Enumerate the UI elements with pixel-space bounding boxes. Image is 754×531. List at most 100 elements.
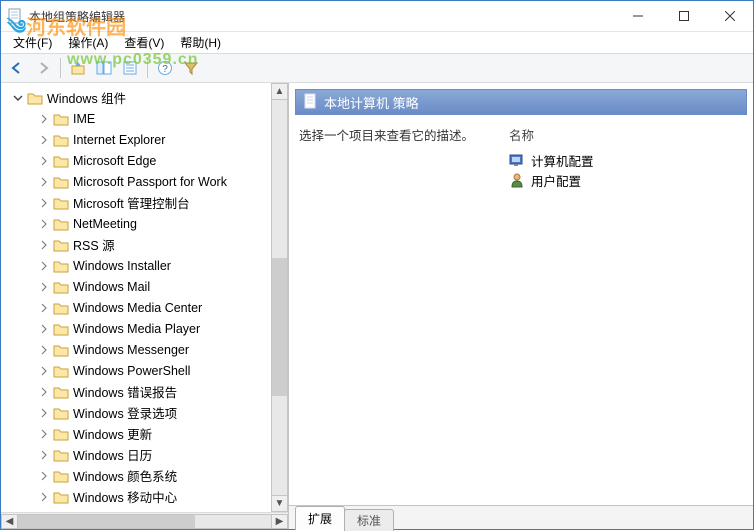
collapse-icon[interactable] [11,91,25,105]
window-title: 本地组策略编辑器 [29,8,125,25]
properties-button[interactable] [118,56,142,80]
expand-icon[interactable] [37,154,51,168]
help-button[interactable]: ? [153,56,177,80]
tab-standard[interactable]: 标准 [344,509,394,531]
tab-extended[interactable]: 扩展 [295,506,345,530]
content-area: Windows 组件 IME Internet Explorer Microsoft… [1,83,753,529]
tree-node-label: Windows 颜色系统 [73,466,177,485]
tree-node[interactable]: Windows PowerShell [1,360,288,381]
menu-file[interactable]: 文件(F) [5,32,60,53]
list-column: 名称 计算机配置 用户配置 [509,125,743,505]
scroll-up-icon[interactable]: ▲ [271,83,288,100]
tree-node[interactable]: IME [1,108,288,129]
expand-icon[interactable] [37,133,51,147]
tree-node[interactable]: Windows 日历 [1,444,288,465]
tree-node[interactable]: RSS 源 [1,234,288,255]
filter-button[interactable] [179,56,203,80]
folder-icon [53,427,69,441]
tree-node[interactable]: Internet Explorer [1,129,288,150]
app-icon [7,8,23,24]
folder-icon [53,238,69,252]
toolbar-separator [60,58,61,78]
menu-help[interactable]: 帮助(H) [172,32,229,53]
folder-icon [53,280,69,294]
title-bar[interactable]: 本地组策略编辑器 [1,1,753,31]
tree-node-label: Windows PowerShell [73,364,190,378]
minimize-button[interactable] [615,1,661,31]
expand-icon[interactable] [37,490,51,504]
tree-node[interactable]: Windows 错误报告 [1,381,288,402]
scroll-thumb[interactable] [272,258,287,396]
tree-node[interactable]: Windows 更新 [1,423,288,444]
tree-node-root[interactable]: Windows 组件 [1,87,288,108]
detail-pane: 本地计算机 策略 选择一个项目来查看它的描述。 名称 计算机配置 [289,83,753,529]
tree-node[interactable]: Windows Media Center [1,297,288,318]
expand-icon[interactable] [37,175,51,189]
folder-icon [53,154,69,168]
expand-icon[interactable] [37,385,51,399]
folder-icon [53,364,69,378]
detail-header: 本地计算机 策略 [295,89,747,115]
tree-node[interactable]: Windows Messenger [1,339,288,360]
expand-icon[interactable] [37,469,51,483]
menu-view[interactable]: 查看(V) [116,32,172,53]
detail-header-title: 本地计算机 策略 [324,93,419,112]
tree-node[interactable]: Windows 登录选项 [1,402,288,423]
toolbar-separator [147,58,148,78]
expand-icon[interactable] [37,448,51,462]
expand-icon[interactable] [37,301,51,315]
expand-icon[interactable] [37,217,51,231]
tree-node[interactable]: Windows Installer [1,255,288,276]
folder-icon [53,217,69,231]
scroll-down-icon[interactable]: ▼ [271,495,288,512]
folder-icon [53,322,69,336]
nav-back-button[interactable] [5,56,29,80]
tree-node[interactable]: Windows 移动中心 [1,486,288,507]
list-item-user-config[interactable]: 用户配置 [509,170,743,190]
menu-action[interactable]: 操作(A) [60,32,116,53]
expand-icon[interactable] [37,364,51,378]
tree-node-label: Microsoft Edge [73,154,156,168]
expand-icon[interactable] [37,259,51,273]
maximize-button[interactable] [661,1,707,31]
tree-node-label: IME [73,112,95,126]
user-config-icon [509,172,525,188]
up-level-button[interactable] [66,56,90,80]
scroll-track[interactable] [271,100,288,495]
expand-icon[interactable] [37,406,51,420]
scroll-left-icon[interactable]: ◀ [1,514,18,529]
column-header-name[interactable]: 名称 [509,125,743,144]
folder-icon [53,343,69,357]
tree-node[interactable]: Windows Mail [1,276,288,297]
tree-node-label: Microsoft 管理控制台 [73,193,190,212]
tree-node[interactable]: Microsoft Edge [1,150,288,171]
show-hide-tree-button[interactable] [92,56,116,80]
tree-node[interactable]: Windows Media Player [1,318,288,339]
tree-node[interactable]: Windows 颜色系统 [1,465,288,486]
nav-forward-button[interactable] [31,56,55,80]
tree-node-label: RSS 源 [73,235,115,254]
expand-icon[interactable] [37,427,51,441]
expand-icon[interactable] [37,322,51,336]
tree-node[interactable]: Microsoft 管理控制台 [1,192,288,213]
close-button[interactable] [707,1,753,31]
folder-icon [53,196,69,210]
tree-node-label: Windows Media Player [73,322,200,336]
scroll-thumb[interactable] [18,515,195,528]
folder-icon [53,490,69,504]
tree-node[interactable]: NetMeeting [1,213,288,234]
expand-icon[interactable] [37,343,51,357]
vertical-scrollbar[interactable]: ▲ ▼ [271,83,288,512]
app-window: ༄河东软件园 www.pc0359.cn 本地组策略编辑器 文件(F) 操作(A… [0,0,754,530]
expand-icon[interactable] [37,196,51,210]
tree-view[interactable]: Windows 组件 IME Internet Explorer Microsoft… [1,83,288,512]
list-item-computer-config[interactable]: 计算机配置 [509,150,743,170]
expand-icon[interactable] [37,238,51,252]
scroll-track[interactable] [18,514,271,529]
scroll-right-icon[interactable]: ▶ [271,514,288,529]
horizontal-scrollbar[interactable]: ◀ ▶ [1,512,288,529]
tree-node[interactable]: Microsoft Passport for Work [1,171,288,192]
folder-icon [27,91,43,105]
expand-icon[interactable] [37,280,51,294]
expand-icon[interactable] [37,112,51,126]
